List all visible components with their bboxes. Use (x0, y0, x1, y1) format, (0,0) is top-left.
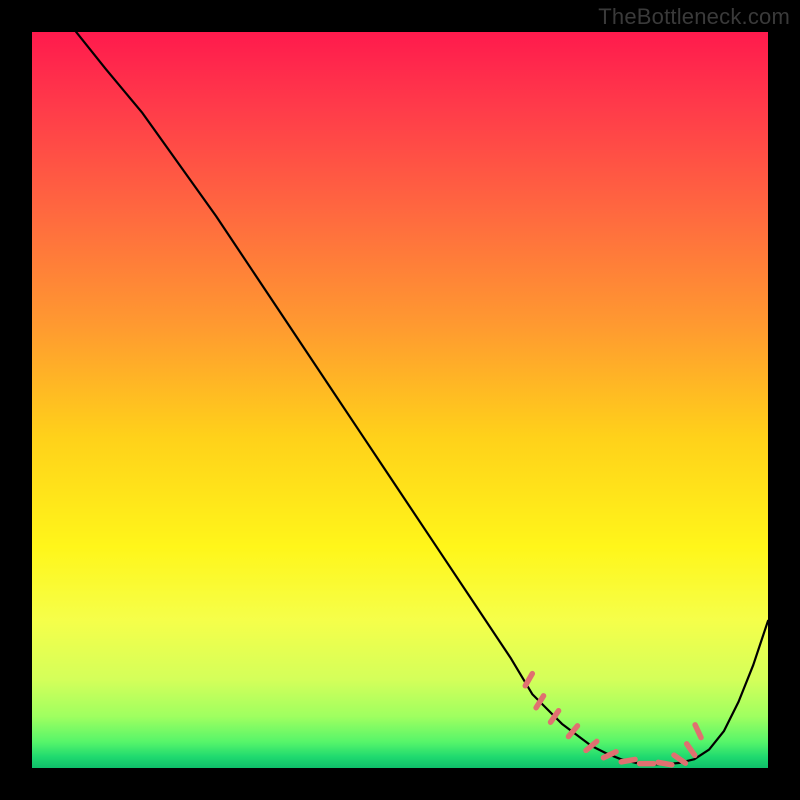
chart-plot-area (32, 32, 768, 768)
chart-svg (32, 32, 768, 768)
optimal-tick (621, 759, 635, 761)
gradient-background (32, 32, 768, 768)
watermark-text: TheBottleneck.com (598, 4, 790, 30)
optimal-tick (658, 762, 672, 764)
chart-frame: TheBottleneck.com (0, 0, 800, 800)
